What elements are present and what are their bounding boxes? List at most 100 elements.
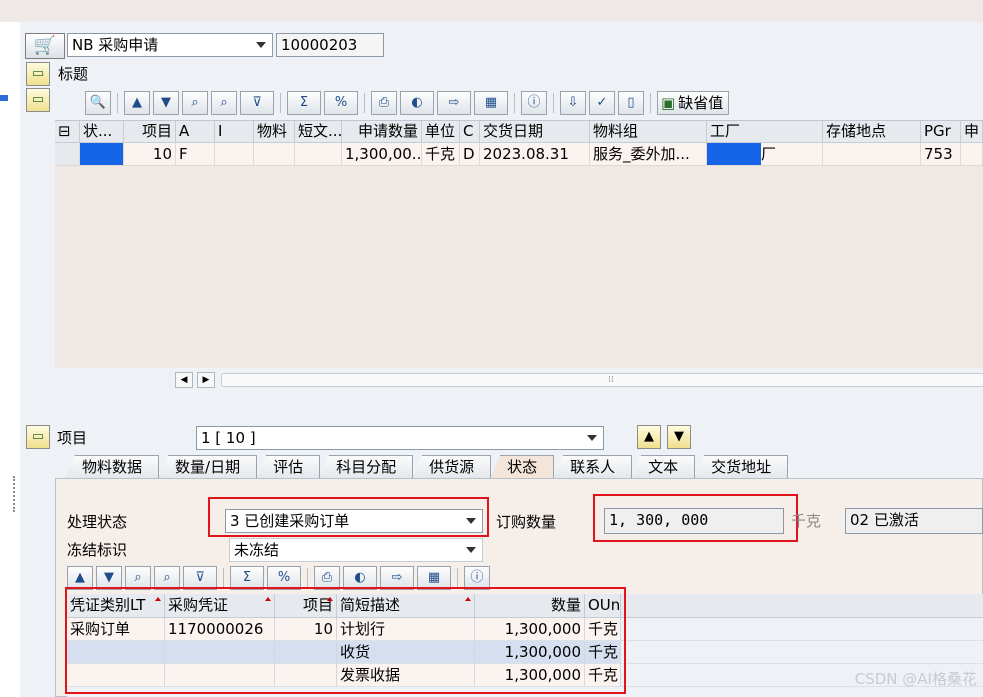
cell-extra[interactable] bbox=[961, 143, 983, 165]
watermark: CSDN @AI格桑花 bbox=[854, 670, 977, 688]
col-short-text[interactable]: 短文... bbox=[295, 121, 342, 142]
col-c[interactable]: C bbox=[460, 121, 480, 142]
history-table-highlight bbox=[65, 587, 626, 694]
table-row[interactable]: 10 F 1,300,00... 千克 D 2023.08.31 服务_委外加.… bbox=[55, 143, 983, 166]
cell-unit[interactable]: 千克 bbox=[422, 143, 460, 165]
previous-item-button[interactable]: ▲ bbox=[637, 425, 661, 449]
chevron-down-icon bbox=[256, 42, 266, 48]
col-material[interactable]: 物料 bbox=[254, 121, 295, 142]
expand-items-icon[interactable]: ▭ bbox=[26, 88, 50, 112]
cell-delivery-date[interactable]: 2023.08.31 bbox=[480, 143, 590, 165]
shopping-cart-icon[interactable]: 🛒 bbox=[25, 33, 65, 59]
sort-ascending-icon[interactable]: ▲ bbox=[124, 91, 150, 115]
processing-status-label: 处理状态 bbox=[67, 513, 128, 531]
items-table-header: ⊟ 状... 项目 A I 物料 短文... 申请数量 单位 C 交货日期 物料… bbox=[55, 121, 983, 143]
default-values-button[interactable]: ▣ 缺省值 bbox=[657, 91, 730, 115]
cell-short-text[interactable] bbox=[295, 143, 342, 165]
col-status[interactable]: 状... bbox=[80, 121, 124, 142]
tab-source-of-supply[interactable]: 供货源 bbox=[412, 455, 492, 479]
item-selector[interactable]: 1 [ 10 ] bbox=[196, 426, 604, 450]
export-icon[interactable]: ⇨ bbox=[437, 91, 471, 115]
col-item[interactable]: 项目 bbox=[124, 121, 176, 142]
document-type-value: NB 采购申请 bbox=[72, 36, 159, 54]
expand-header-icon[interactable]: ▭ bbox=[26, 62, 50, 86]
find-next-icon[interactable]: ⌕ bbox=[211, 91, 237, 115]
left-navigation-column bbox=[0, 22, 20, 697]
views-icon[interactable]: ◐ bbox=[400, 91, 434, 115]
col-plant[interactable]: 工厂 bbox=[707, 121, 823, 142]
cell-plant-text: 厂 bbox=[761, 145, 777, 163]
copy-icon[interactable]: ⇩ bbox=[560, 91, 586, 115]
default-values-label: 缺省值 bbox=[678, 94, 724, 112]
items-table: ⊟ 状... 项目 A I 物料 短文... 申请数量 单位 C 交货日期 物料… bbox=[55, 120, 983, 368]
chevron-down-icon bbox=[466, 547, 476, 553]
layout-icon[interactable]: ▦ bbox=[474, 91, 508, 115]
find-icon[interactable]: ⌕ bbox=[182, 91, 208, 115]
col-quantity[interactable]: 申请数量 bbox=[342, 121, 422, 142]
collapse-item-icon[interactable]: ▭ bbox=[26, 425, 50, 449]
col-delivery-date[interactable]: 交货日期 bbox=[480, 121, 590, 142]
col-i[interactable]: I bbox=[215, 121, 254, 142]
col-material-group[interactable]: 物料组 bbox=[590, 121, 707, 142]
cell-plant[interactable]: 厂 bbox=[707, 143, 823, 165]
col-pgr[interactable]: PGr bbox=[921, 121, 961, 142]
item-section-label: 项目 bbox=[57, 429, 88, 447]
freeze-indicator-select[interactable]: 未冻结 bbox=[229, 538, 483, 562]
document-icon[interactable]: ▯ bbox=[618, 91, 644, 115]
tab-text[interactable]: 文本 bbox=[631, 455, 696, 479]
sum-icon[interactable]: Σ bbox=[287, 91, 321, 115]
tab-delivery-address[interactable]: 交货地址 bbox=[694, 455, 789, 479]
order-quantity-unit: 千克 bbox=[791, 512, 822, 530]
items-toolbar: 🔍 ▲ ▼ ⌕ ⌕ ⊽ Σ % ⎙ ◐ ⇨ ▦ ⓘ ⇩ ✓ ▯ ▣ 缺省值 bbox=[85, 90, 730, 116]
document-number-field[interactable]: 10000203 bbox=[276, 33, 384, 57]
header-title-label: 标题 bbox=[58, 65, 89, 83]
subtotal-icon[interactable]: % bbox=[324, 91, 358, 115]
info-icon[interactable]: ⓘ bbox=[521, 91, 547, 115]
item-detail-tabs: 物料数据 数量/日期 评估 科目分配 供货源 状态 联系人 文本 交货地址 bbox=[65, 455, 983, 479]
col-extra[interactable]: 申 bbox=[961, 121, 983, 142]
filter-icon[interactable]: ⊽ bbox=[240, 91, 274, 115]
cell-material[interactable] bbox=[254, 143, 295, 165]
col-unit[interactable]: 单位 bbox=[422, 121, 460, 142]
tab-status[interactable]: 状态 bbox=[490, 455, 555, 479]
navigation-marker bbox=[0, 95, 8, 101]
cell-pgr[interactable]: 753 bbox=[921, 143, 961, 165]
order-quantity-highlight bbox=[593, 494, 798, 542]
tab-contact[interactable]: 联系人 bbox=[553, 455, 633, 479]
cell-status[interactable] bbox=[80, 143, 124, 165]
splitter-grip[interactable] bbox=[13, 476, 17, 512]
cell-item[interactable]: 10 bbox=[124, 143, 176, 165]
col-a[interactable]: A bbox=[176, 121, 215, 142]
items-horizontal-scrollbar[interactable]: ◀ ▶ ⁞⁞ bbox=[173, 370, 983, 390]
processing-status-highlight bbox=[208, 497, 489, 537]
details-icon[interactable]: 🔍 bbox=[85, 91, 111, 115]
top-strip bbox=[0, 0, 983, 22]
select-all-icon[interactable]: ⊟ bbox=[55, 121, 80, 142]
sort-descending-icon[interactable]: ▼ bbox=[153, 91, 179, 115]
cell-i[interactable] bbox=[215, 143, 254, 165]
tab-material-data[interactable]: 物料数据 bbox=[65, 455, 160, 479]
print-icon[interactable]: ⎙ bbox=[371, 91, 397, 115]
chevron-down-icon bbox=[587, 435, 597, 441]
freeze-indicator-value: 未冻结 bbox=[234, 541, 280, 559]
scroll-thumb[interactable]: ⁞⁞ bbox=[221, 373, 983, 387]
check-icon[interactable]: ✓ bbox=[589, 91, 615, 115]
scroll-right-icon[interactable]: ▶ bbox=[197, 372, 215, 388]
cell-a[interactable]: F bbox=[176, 143, 215, 165]
tab-quantity-date[interactable]: 数量/日期 bbox=[158, 455, 258, 479]
cell-c[interactable]: D bbox=[460, 143, 480, 165]
freeze-indicator-label: 冻结标识 bbox=[67, 541, 128, 559]
plant-redaction bbox=[707, 143, 761, 165]
scroll-left-icon[interactable]: ◀ bbox=[175, 372, 193, 388]
default-values-icon: ▣ bbox=[661, 94, 676, 112]
col-storage-location[interactable]: 存储地点 bbox=[823, 121, 921, 142]
next-item-button[interactable]: ▼ bbox=[667, 425, 691, 449]
tab-account-assignment[interactable]: 科目分配 bbox=[319, 455, 414, 479]
activation-status-field: 02 已激活 bbox=[845, 508, 983, 534]
row-selector[interactable] bbox=[55, 143, 80, 165]
cell-material-group[interactable]: 服务_委外加... bbox=[590, 143, 707, 165]
cell-quantity[interactable]: 1,300,00... bbox=[342, 143, 422, 165]
cell-storage-location[interactable] bbox=[823, 143, 921, 165]
tab-valuation[interactable]: 评估 bbox=[256, 455, 321, 479]
document-type-select[interactable]: NB 采购申请 bbox=[67, 33, 273, 57]
